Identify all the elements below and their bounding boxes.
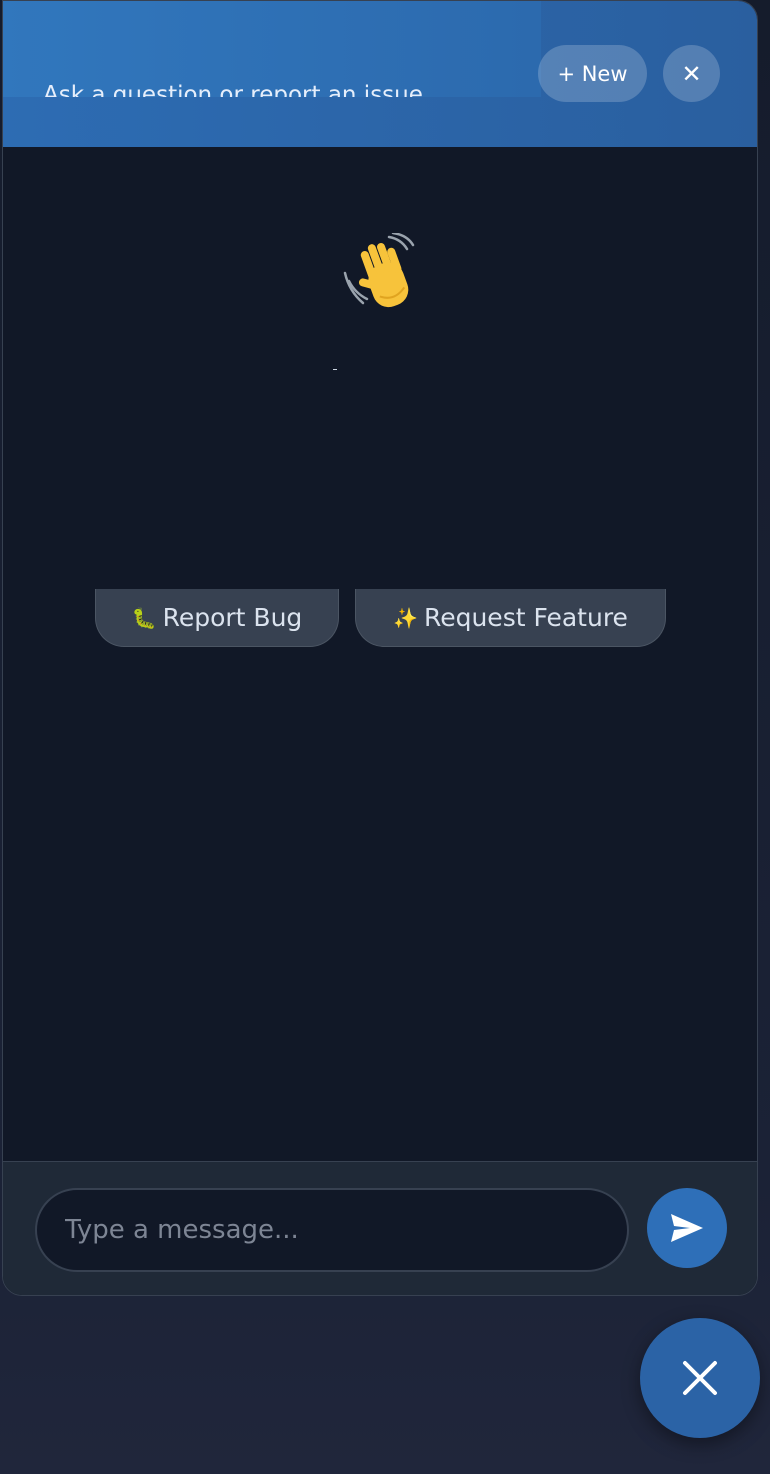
report-bug-label: Report Bug <box>162 603 303 632</box>
chat-header: Ask a question or report an issue + New … <box>3 1 757 147</box>
header-subtitle: Ask a question or report an issue <box>43 79 423 97</box>
bug-icon: 🐛 <box>131 605 157 630</box>
new-conversation-button[interactable]: + New <box>538 45 647 102</box>
waving-hand-icon <box>339 231 427 321</box>
report-bug-button[interactable]: 🐛 Report Bug <box>95 589 339 647</box>
request-feature-button[interactable]: ✨ Request Feature <box>355 589 666 647</box>
sparkles-icon: ✨ <box>393 605 418 630</box>
welcome-text-remnant <box>333 369 337 370</box>
chat-launcher-close-button[interactable] <box>640 1318 760 1438</box>
header-subtitle-text: Ask a question or report an issue <box>43 82 423 97</box>
close-icon <box>683 1361 717 1395</box>
message-input[interactable] <box>35 1188 629 1272</box>
send-icon <box>671 1214 703 1242</box>
composer <box>3 1161 757 1295</box>
close-chat-button[interactable]: ✕ <box>663 45 720 102</box>
chat-widget: Ask a question or report an issue + New … <box>2 0 758 1296</box>
request-feature-label: Request Feature <box>423 603 628 632</box>
messages-area: 🐛 Report Bug ✨ Request Feature <box>3 147 757 1161</box>
send-button[interactable] <box>647 1188 727 1268</box>
